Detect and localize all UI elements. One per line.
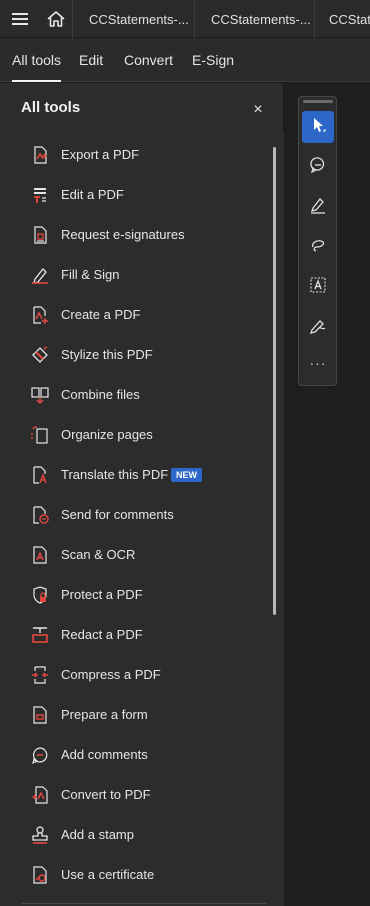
tool-send-for-comments[interactable]: Send for comments xyxy=(0,495,266,535)
tool-label: Request e-signatures xyxy=(61,227,185,242)
tool-label: Redact a PDF xyxy=(61,627,143,642)
document-tab[interactable]: CCStatements-... xyxy=(194,0,314,38)
hamburger-menu-icon[interactable] xyxy=(9,8,31,30)
draw-lasso-icon xyxy=(309,236,327,259)
add-comment-button[interactable] xyxy=(302,151,334,183)
panel-scrollbar[interactable] xyxy=(266,131,284,906)
tool-label: Scan & OCR xyxy=(61,547,136,562)
title-bar: CCStatements-... CCStatements-... CCStat… xyxy=(0,0,370,38)
send-comments-icon xyxy=(30,505,50,525)
quick-tools-toolbar: ··· xyxy=(298,96,337,386)
tab-all-tools[interactable]: All tools xyxy=(12,38,62,82)
select-cursor-icon xyxy=(309,116,327,139)
text-select-button[interactable] xyxy=(302,271,334,303)
new-badge: NEW xyxy=(171,468,202,482)
sign-button[interactable] xyxy=(302,311,334,343)
close-icon[interactable]: × xyxy=(248,101,268,121)
tool-label: Compress a PDF xyxy=(61,667,161,682)
tool-add-comments[interactable]: Add comments xyxy=(0,735,266,775)
tab-label: Edit xyxy=(79,52,104,68)
create-pdf-icon xyxy=(30,305,50,325)
compress-icon xyxy=(30,665,50,685)
divider xyxy=(22,903,266,904)
tool-fill-sign[interactable]: Fill & Sign xyxy=(0,255,266,295)
convert-icon xyxy=(30,785,50,805)
tool-request-esignatures[interactable]: Request e-signatures xyxy=(0,215,266,255)
tool-organize-pages[interactable]: Organize pages xyxy=(0,415,266,455)
redact-icon xyxy=(30,625,50,645)
tool-use-certificate[interactable]: Use a certificate xyxy=(0,855,266,895)
edit-pdf-icon xyxy=(30,185,50,205)
tool-label: Create a PDF xyxy=(61,307,141,322)
highlighter-icon xyxy=(309,196,327,219)
tool-label: Protect a PDF xyxy=(61,587,143,602)
tab-convert[interactable]: Convert xyxy=(124,38,173,82)
tool-label: Edit a PDF xyxy=(61,187,124,202)
tool-label: Use a certificate xyxy=(61,867,155,882)
tool-label: Translate this PDF xyxy=(61,467,169,482)
document-tab-label: CCStatements-... xyxy=(89,11,189,27)
tool-label: Add comments xyxy=(61,747,148,762)
tool-export-pdf[interactable]: Export a PDF xyxy=(0,135,266,175)
home-icon[interactable] xyxy=(45,8,67,30)
more-tools-icon[interactable]: ··· xyxy=(302,355,334,379)
scan-ocr-icon xyxy=(30,545,50,565)
tool-prepare-form[interactable]: Prepare a form xyxy=(0,695,266,735)
stylize-icon xyxy=(30,345,50,365)
tool-label: Fill & Sign xyxy=(61,267,120,282)
form-icon xyxy=(30,705,50,725)
tab-e-sign[interactable]: E-Sign xyxy=(192,38,234,82)
comment-bubble-icon xyxy=(309,156,327,179)
organize-icon xyxy=(30,425,50,445)
tool-label: Add a stamp xyxy=(61,827,134,842)
tool-translate-pdf[interactable]: Translate this PDF NEW xyxy=(0,455,266,495)
tool-scan-ocr[interactable]: Scan & OCR xyxy=(0,535,266,575)
sign-pen-icon xyxy=(309,316,327,339)
all-tools-panel: All tools × Export a PDF Edit a PDF Requ… xyxy=(0,83,284,906)
tab-label: All tools xyxy=(12,52,62,68)
tool-label: Convert to PDF xyxy=(61,787,151,802)
stamp-icon xyxy=(30,825,50,845)
tab-label: Convert xyxy=(124,52,174,68)
tool-combine-files[interactable]: Combine files xyxy=(0,375,266,415)
document-tab[interactable]: CCStatem xyxy=(314,0,370,38)
certificate-icon xyxy=(30,865,50,885)
tool-label: Organize pages xyxy=(61,427,153,442)
text-select-icon xyxy=(309,276,327,299)
tool-label: Combine files xyxy=(61,387,140,402)
tool-label: Export a PDF xyxy=(61,147,140,162)
request-esign-icon xyxy=(30,225,50,245)
comment-icon xyxy=(30,745,50,765)
tool-label: Stylize this PDF xyxy=(61,347,153,362)
tab-edit[interactable]: Edit xyxy=(79,38,103,82)
tool-convert-to-pdf[interactable]: Convert to PDF xyxy=(0,775,266,815)
tool-edit-pdf[interactable]: Edit a PDF xyxy=(0,175,266,215)
document-tab-label: CCStatem xyxy=(329,11,370,27)
combine-icon xyxy=(30,385,50,405)
tool-label: Send for comments xyxy=(61,507,174,522)
tool-create-pdf[interactable]: Create a PDF xyxy=(0,295,266,335)
fill-sign-icon xyxy=(30,265,50,285)
document-tab-label: CCStatements-... xyxy=(211,11,311,27)
tool-stylize-pdf[interactable]: Stylize this PDF xyxy=(0,335,266,375)
panel-title: All tools xyxy=(21,99,81,116)
highlight-button[interactable] xyxy=(302,191,334,223)
mode-toolbar: All tools Edit Convert E-Sign xyxy=(0,38,370,82)
tool-compress-pdf[interactable]: Compress a PDF xyxy=(0,655,266,695)
tab-label: E-Sign xyxy=(192,52,235,68)
tool-add-stamp[interactable]: Add a stamp xyxy=(0,815,266,855)
export-pdf-icon xyxy=(30,145,50,165)
document-tab[interactable]: CCStatements-... xyxy=(72,0,194,38)
toolbar-grip-handle[interactable] xyxy=(303,100,333,103)
tool-redact-pdf[interactable]: Redact a PDF xyxy=(0,615,266,655)
select-tool-button[interactable] xyxy=(302,111,334,143)
tool-protect-pdf[interactable]: Protect a PDF xyxy=(0,575,266,615)
tool-label: Prepare a form xyxy=(61,707,148,722)
translate-icon xyxy=(30,465,50,485)
scrollbar-thumb[interactable] xyxy=(273,147,276,615)
protect-icon xyxy=(30,585,50,605)
draw-button[interactable] xyxy=(302,231,334,263)
